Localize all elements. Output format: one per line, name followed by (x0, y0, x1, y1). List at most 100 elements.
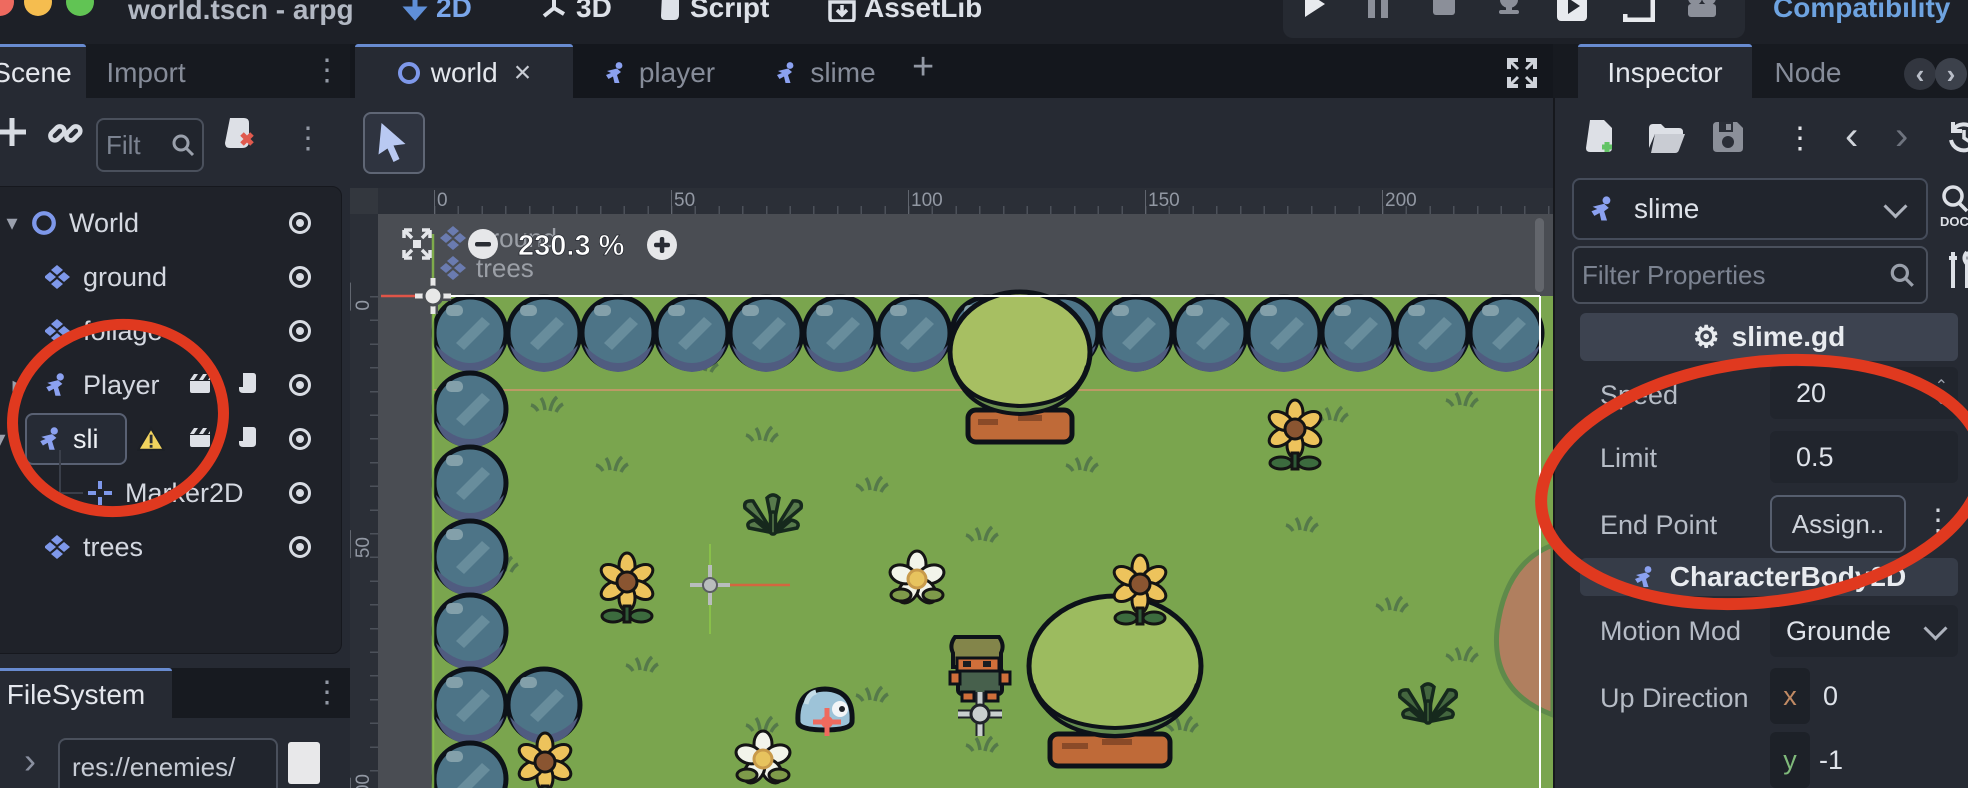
script-icon[interactable] (235, 371, 261, 399)
limit-spinbox[interactable]: 0.5 (1770, 431, 1958, 483)
stop-button[interactable] (1429, 0, 1459, 20)
script-icon[interactable] (235, 425, 261, 453)
x-component-value[interactable]: 0 (1823, 681, 1838, 712)
play-custom-scene-button[interactable] (1623, 0, 1655, 22)
history-back-icon[interactable]: ‹ (1845, 114, 1858, 159)
save-icon[interactable] (1711, 120, 1745, 154)
tree-row-world[interactable]: ▾ World (0, 196, 339, 250)
fs-forward-icon[interactable]: › (24, 740, 36, 782)
visibility-icon[interactable] (287, 372, 313, 398)
tab-scene-player[interactable]: player (585, 47, 733, 98)
editable-children-icon[interactable] (187, 372, 213, 398)
scene-dock-menu-icon[interactable]: ⋮ (312, 56, 342, 86)
property-label-motion-mode: Motion Mod (1600, 616, 1741, 647)
main-screen-assetlib-button[interactable]: AssetLib (828, 0, 982, 24)
tab-node[interactable]: Node (1758, 47, 1858, 98)
tree-row-trees[interactable]: trees (0, 520, 339, 574)
play-scene-button[interactable] (1555, 0, 1589, 22)
macos-minimize-button[interactable] (24, 0, 52, 16)
select-tool-button[interactable] (363, 112, 425, 174)
tab-import[interactable]: Import (88, 47, 204, 98)
visibility-icon[interactable] (287, 534, 313, 560)
zoom-out-button[interactable] (468, 229, 498, 259)
warning-icon[interactable] (137, 426, 165, 452)
endpoint-options-icon[interactable]: ⋮ (1923, 506, 1953, 536)
tree-row-ground[interactable]: ground (0, 250, 339, 304)
scene-filter-input[interactable] (98, 130, 170, 161)
spinner-icon[interactable]: ⌃⌄ (1935, 380, 1948, 406)
inspector-filter-box (1572, 246, 1928, 304)
y-component-value[interactable]: -1 (1819, 745, 1843, 776)
expand-icon[interactable]: ▸ (5, 372, 31, 398)
collapse-icon[interactable]: ▾ (0, 210, 25, 236)
speed-spinbox[interactable]: 20 ⌃⌄ (1770, 367, 1958, 419)
vertical-scrollbar[interactable] (1535, 218, 1544, 292)
filesystem-menu-icon[interactable]: ⋮ (312, 678, 342, 708)
script-section-header[interactable]: ⚙ slime.gd (1580, 313, 1958, 361)
movie-maker-button[interactable] (1685, 0, 1719, 20)
tab-scene-slime[interactable]: slime (755, 47, 895, 98)
node-selector[interactable]: slime (1572, 178, 1928, 240)
dock-prev-icon[interactable]: ‹ (1904, 58, 1936, 90)
tab-filesystem[interactable]: FileSystem (0, 668, 172, 718)
title-bar: world.tscn - arpg 2D 3D Script AssetLib (0, 0, 1968, 44)
tab-scene[interactable]: Scene (0, 44, 86, 98)
canvas-2d[interactable]: ground trees 230.3 % (378, 214, 1553, 788)
2d-icon (402, 0, 428, 23)
main-screen-3d-button[interactable]: 3D (540, 0, 612, 24)
detach-script-icon[interactable] (222, 116, 258, 150)
tab-inspector[interactable]: Inspector (1578, 44, 1752, 98)
tilemap-icon (45, 264, 71, 290)
collapse-icon[interactable]: ▾ (0, 426, 13, 452)
new-scene-tab-button[interactable]: + (912, 46, 934, 89)
scene-root-icon (397, 61, 421, 85)
visibility-icon[interactable] (287, 426, 313, 452)
visibility-icon[interactable] (287, 210, 313, 236)
scene-tab-strip: world × player slime + (350, 44, 1553, 98)
tree-row-slime-renaming[interactable]: ▾ sli (0, 412, 339, 466)
renderer-selector[interactable]: Compatibility (1773, 0, 1950, 24)
docs-search-icon[interactable]: DOC (1939, 184, 1968, 228)
dock-next-icon[interactable]: › (1935, 58, 1967, 90)
editable-children-icon[interactable] (187, 426, 213, 452)
tree-row-marker2d[interactable]: Marker2D (0, 466, 339, 520)
main-screen-script-button[interactable]: Script (658, 0, 769, 24)
inspector-menu-icon[interactable]: ⋮ (1785, 124, 1815, 154)
character-icon (1588, 195, 1618, 223)
play-button[interactable] (1297, 0, 1331, 20)
macos-close-button[interactable] (0, 0, 14, 16)
expand-viewport-icon[interactable] (1505, 56, 1539, 90)
macos-zoom-button[interactable] (66, 0, 94, 16)
new-resource-icon[interactable] (1585, 118, 1619, 156)
add-node-icon[interactable] (0, 114, 30, 150)
scene-tree-menu-icon[interactable]: ⋮ (293, 124, 323, 154)
3d-icon (540, 0, 568, 22)
inspector-filter-input[interactable] (1574, 260, 1888, 291)
assign-button[interactable]: Assign.. (1770, 495, 1906, 553)
main-screen-2d-button[interactable]: 2D (402, 0, 472, 24)
visibility-icon[interactable] (287, 264, 313, 290)
visibility-icon[interactable] (287, 318, 313, 344)
tree-row-foliage[interactable]: foliage (0, 304, 339, 358)
character-icon (603, 61, 629, 85)
fs-path-box[interactable]: res://enemies/ (58, 738, 278, 788)
motion-mode-dropdown[interactable]: Grounde (1770, 605, 1958, 657)
tilemap-icon (45, 318, 71, 344)
load-resource-icon[interactable] (1647, 122, 1685, 154)
visibility-icon[interactable] (287, 480, 313, 506)
history-forward-icon[interactable]: › (1895, 114, 1908, 159)
zoom-in-button[interactable] (647, 230, 677, 260)
tree-row-player[interactable]: ▸ Player (0, 358, 339, 412)
node2d-icon (31, 210, 57, 236)
zoom-level-label[interactable]: 230.3 % (518, 230, 625, 262)
remote-debug-button[interactable] (1493, 0, 1525, 20)
instantiate-scene-icon[interactable] (46, 114, 84, 152)
assetlib-icon (828, 0, 856, 22)
class-section-header[interactable]: CharacterBody2D (1580, 558, 1958, 596)
tab-scene-world[interactable]: world × (355, 44, 573, 98)
close-tab-icon[interactable]: × (514, 56, 532, 90)
pause-button[interactable] (1363, 0, 1393, 20)
character-icon (774, 61, 800, 85)
property-tools-icon[interactable] (1945, 250, 1968, 290)
history-icon[interactable] (1947, 120, 1968, 154)
